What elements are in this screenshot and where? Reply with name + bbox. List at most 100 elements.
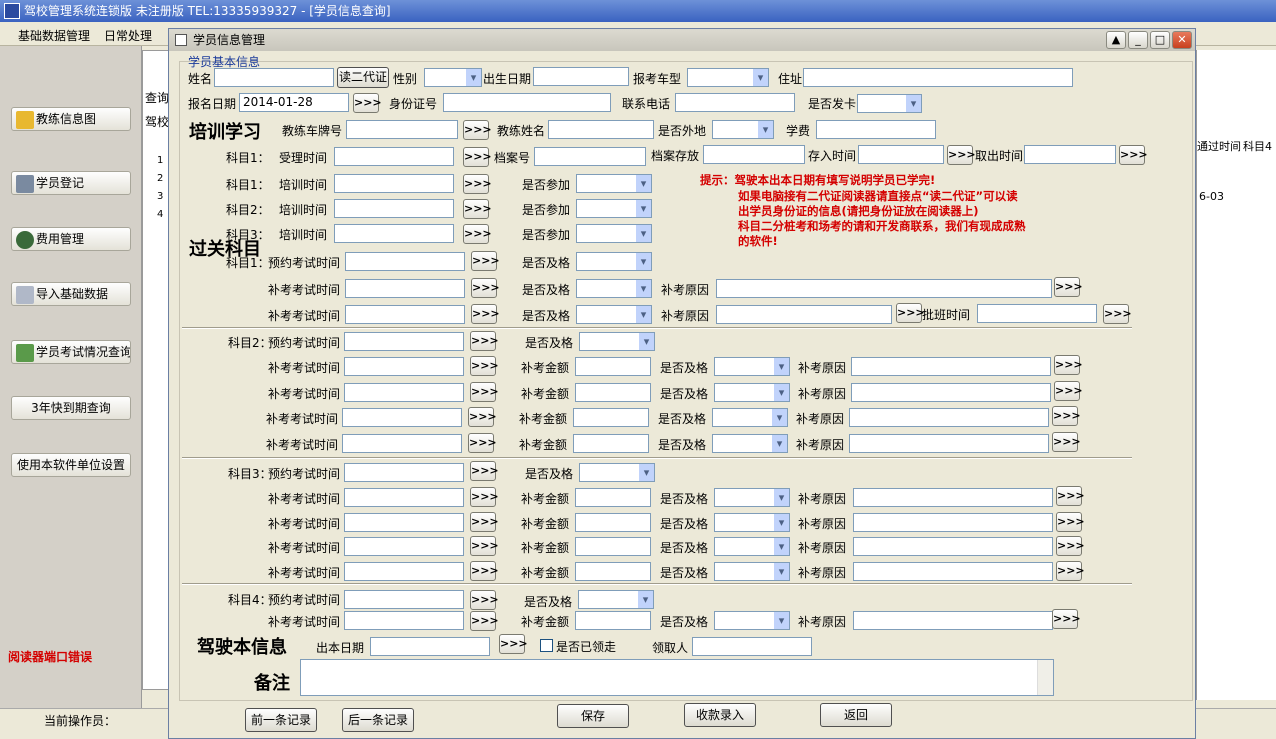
coach-name-field[interactable] <box>548 120 654 139</box>
s2-retake3-pass-select[interactable] <box>712 408 788 427</box>
take-time-field[interactable] <box>1024 145 1116 164</box>
s3-join-select[interactable] <box>576 224 652 243</box>
store-time-field[interactable] <box>858 145 944 164</box>
tuition-field[interactable] <box>816 120 936 139</box>
address-field[interactable] <box>803 68 1073 87</box>
s1-retake1-reason-field[interactable] <box>716 279 1052 298</box>
car-type-select[interactable] <box>687 68 769 87</box>
s2-retake2-reason-button[interactable]: >>> <box>1054 381 1083 401</box>
s3-retake1-picker-button[interactable]: >>> <box>470 487 499 507</box>
s2-appoint-field[interactable] <box>344 332 464 351</box>
memo-textarea[interactable] <box>300 659 1054 696</box>
s3-retake1-reason-button[interactable]: >>> <box>1056 486 1085 506</box>
birth-date-field[interactable] <box>533 67 629 86</box>
s3-retake3-reason-field[interactable] <box>853 537 1053 556</box>
s2-retake4-reason-field[interactable] <box>849 434 1049 453</box>
s4-retake1-amount-field[interactable] <box>575 611 651 630</box>
s3-retake3-pass-select[interactable] <box>714 537 790 556</box>
s3-appoint-field[interactable] <box>344 463 464 482</box>
s3-retake4-field[interactable] <box>344 562 464 581</box>
phone-field[interactable] <box>675 93 795 112</box>
s2-join-select[interactable] <box>576 199 652 218</box>
s3-retake4-pass-select[interactable] <box>714 562 790 581</box>
outside-select[interactable] <box>712 120 774 139</box>
s1-train-time-field[interactable] <box>334 174 454 193</box>
s3-retake3-amount-field[interactable] <box>575 537 651 556</box>
next-record-button[interactable]: 后一条记录 <box>342 708 414 732</box>
s2-retake3-picker-button[interactable]: >>> <box>468 407 497 427</box>
s4-retake1-field[interactable] <box>344 611 464 630</box>
batch-time-picker-button[interactable]: >>> <box>1103 304 1132 324</box>
s4-retake1-picker-button[interactable]: >>> <box>470 611 499 631</box>
menu-basic-data[interactable]: 基础数据管理 <box>18 27 90 44</box>
s4-retake1-pass-select[interactable] <box>714 611 790 630</box>
s3-retake1-amount-field[interactable] <box>575 488 651 507</box>
s4-appoint-field[interactable] <box>344 590 464 609</box>
s3-retake3-picker-button[interactable]: >>> <box>470 536 499 556</box>
s2-retake3-amount-field[interactable] <box>573 408 649 427</box>
s2-train-time-picker-button[interactable]: >>> <box>463 199 492 219</box>
minimize-button[interactable]: _ <box>1128 31 1148 49</box>
sidebar-expiry-button[interactable]: 3年快到期查询 <box>11 396 131 420</box>
s3-train-time-field[interactable] <box>334 224 454 243</box>
id-number-field[interactable] <box>443 93 611 112</box>
s3-appoint-picker-button[interactable]: >>> <box>470 461 499 481</box>
s3-retake1-reason-field[interactable] <box>853 488 1053 507</box>
s3-retake4-picker-button[interactable]: >>> <box>470 561 499 581</box>
s3-retake2-pass-select[interactable] <box>714 513 790 532</box>
file-number-field[interactable] <box>534 147 646 166</box>
s2-retake3-reason-button[interactable]: >>> <box>1052 406 1081 426</box>
s4-retake1-reason-button[interactable]: >>> <box>1052 609 1081 629</box>
s2-pass-select[interactable] <box>579 332 655 351</box>
s1-retake1-pass-select[interactable] <box>576 279 652 298</box>
menu-daily[interactable]: 日常处理 <box>104 27 152 44</box>
s4-retake1-reason-field[interactable] <box>853 611 1053 630</box>
s1-retake2-reason-field[interactable] <box>716 305 892 324</box>
memo-scrollbar[interactable] <box>1037 660 1053 695</box>
s1-retake1-reason-button[interactable]: >>> <box>1054 277 1083 297</box>
s2-retake1-reason-button[interactable]: >>> <box>1054 355 1083 375</box>
accept-time-field[interactable] <box>334 147 454 166</box>
s4-pass-select[interactable] <box>578 590 654 609</box>
file-store-field[interactable] <box>703 145 805 164</box>
s3-retake3-reason-button[interactable]: >>> <box>1056 536 1085 556</box>
s3-retake2-amount-field[interactable] <box>575 513 651 532</box>
s3-retake4-reason-button[interactable]: >>> <box>1056 561 1085 581</box>
s3-retake1-pass-select[interactable] <box>714 488 790 507</box>
s2-retake1-picker-button[interactable]: >>> <box>470 356 499 376</box>
sidebar-fee-button[interactable]: 费用管理 <box>11 227 131 251</box>
receiver-field[interactable] <box>692 637 812 656</box>
s2-retake1-amount-field[interactable] <box>575 357 651 376</box>
s3-pass-select[interactable] <box>579 463 655 482</box>
s2-retake1-field[interactable] <box>344 357 464 376</box>
s2-retake4-reason-button[interactable]: >>> <box>1052 432 1081 452</box>
accept-time-picker-button[interactable]: >>> <box>463 147 492 167</box>
s1-retake2-picker-button[interactable]: >>> <box>471 304 500 324</box>
issue-date-field[interactable] <box>370 637 490 656</box>
s2-retake2-field[interactable] <box>344 383 464 402</box>
s3-retake4-amount-field[interactable] <box>575 562 651 581</box>
batch-time-field[interactable] <box>977 304 1097 323</box>
s2-retake4-field[interactable] <box>342 434 462 453</box>
received-checkbox[interactable] <box>540 639 553 652</box>
card-issued-select[interactable] <box>857 94 922 113</box>
s1-appoint-picker-button[interactable]: >>> <box>471 251 500 271</box>
issue-date-picker-button[interactable]: >>> <box>499 634 528 654</box>
fee-entry-button[interactable]: 收款录入 <box>684 703 756 727</box>
reg-date-field[interactable]: 2014-01-28 <box>239 93 349 112</box>
coach-plate-picker-button[interactable]: >>> <box>463 120 492 140</box>
sidebar-settings-button[interactable]: 使用本软件单位设置 <box>11 453 131 477</box>
s2-retake2-reason-field[interactable] <box>851 383 1051 402</box>
s2-retake2-picker-button[interactable]: >>> <box>470 382 499 402</box>
s2-retake3-reason-field[interactable] <box>849 408 1049 427</box>
s1-appoint-field[interactable] <box>345 252 465 271</box>
s2-train-time-field[interactable] <box>334 199 454 218</box>
s1-train-time-picker-button[interactable]: >>> <box>463 174 492 194</box>
s2-retake2-pass-select[interactable] <box>714 383 790 402</box>
s3-retake3-field[interactable] <box>344 537 464 556</box>
s2-retake4-pass-select[interactable] <box>712 434 788 453</box>
reg-date-picker-button[interactable]: >>> <box>353 93 382 113</box>
s2-retake4-amount-field[interactable] <box>573 434 649 453</box>
s1-retake2-reason-button[interactable]: >>> <box>896 303 925 323</box>
s2-retake3-field[interactable] <box>342 408 462 427</box>
